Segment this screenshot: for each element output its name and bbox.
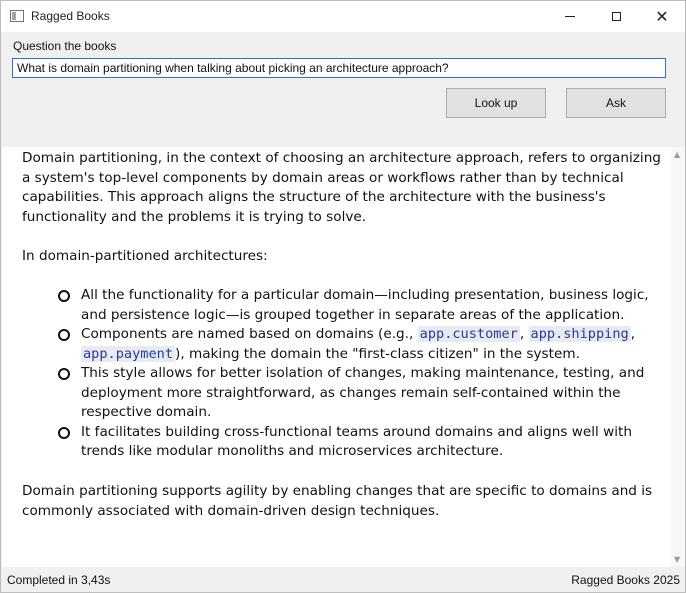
minimize-icon: [565, 16, 575, 17]
status-copyright: Ragged Books 2025: [571, 573, 680, 587]
scroll-up-arrow-icon[interactable]: ▲: [674, 150, 680, 159]
bullet-text: This style allows for better isolation o…: [81, 365, 645, 420]
bullet-separator: ,: [519, 326, 529, 342]
list-item: This style allows for better isolation o…: [22, 364, 670, 423]
bullet-circle-icon: [58, 368, 70, 380]
list-item: All the functionality for a particular d…: [22, 286, 670, 325]
bullet-text-part: ), making the domain the "first-class ci…: [175, 345, 580, 362]
answer-paragraph-intro: Domain partitioning, in the context of c…: [22, 150, 661, 225]
answer-bullet-list: All the functionality for a particular d…: [22, 286, 670, 462]
question-input[interactable]: [12, 58, 666, 78]
bullet-circle-icon: [58, 290, 70, 302]
window-title: Ragged Books: [31, 9, 110, 23]
minimize-button[interactable]: [547, 1, 593, 32]
question-label: Question the books: [13, 39, 117, 53]
code-app-shipping: app.shipping: [528, 326, 631, 342]
list-item: It facilitates building cross-functional…: [22, 423, 670, 462]
vertical-scrollbar[interactable]: ▲ ▼: [671, 147, 685, 567]
app-window-icon: [10, 10, 24, 22]
code-app-payment: app.payment: [81, 345, 176, 362]
close-button[interactable]: ✕: [639, 1, 685, 32]
scroll-down-arrow-icon[interactable]: ▼: [674, 555, 680, 564]
list-item: Components are named based on domains (e…: [22, 325, 670, 364]
answer-panel[interactable]: Domain partitioning, in the context of c…: [2, 147, 685, 567]
bullet-circle-icon: [58, 426, 70, 439]
bullet-text: All the functionality for a particular d…: [81, 287, 649, 323]
maximize-icon: [611, 12, 621, 21]
bullet-circle-icon: [58, 329, 70, 341]
ask-button[interactable]: Ask: [566, 88, 666, 118]
app-window: Ragged Books ✕ Question the books Look u…: [0, 0, 686, 593]
title-bar[interactable]: Ragged Books ✕: [1, 1, 685, 32]
bullet-text: It facilitates building cross-functional…: [81, 423, 632, 460]
code-app-customer: app.customer: [417, 326, 520, 342]
bullet-text-part: Components are named based on domains (e…: [81, 326, 418, 342]
status-completion-time: Completed in 3,43s: [7, 573, 111, 587]
answer-paragraph-conclusion: Domain partitioning supports agility by …: [22, 483, 653, 519]
status-bar: Completed in 3,43s Ragged Books 2025: [1, 567, 685, 592]
look-up-button[interactable]: Look up: [446, 88, 546, 118]
maximize-button[interactable]: [593, 1, 639, 32]
close-icon: ✕: [655, 6, 669, 26]
answer-paragraph-list-intro: In domain-partitioned architectures:: [22, 248, 268, 264]
bullet-separator: ,: [630, 326, 636, 342]
